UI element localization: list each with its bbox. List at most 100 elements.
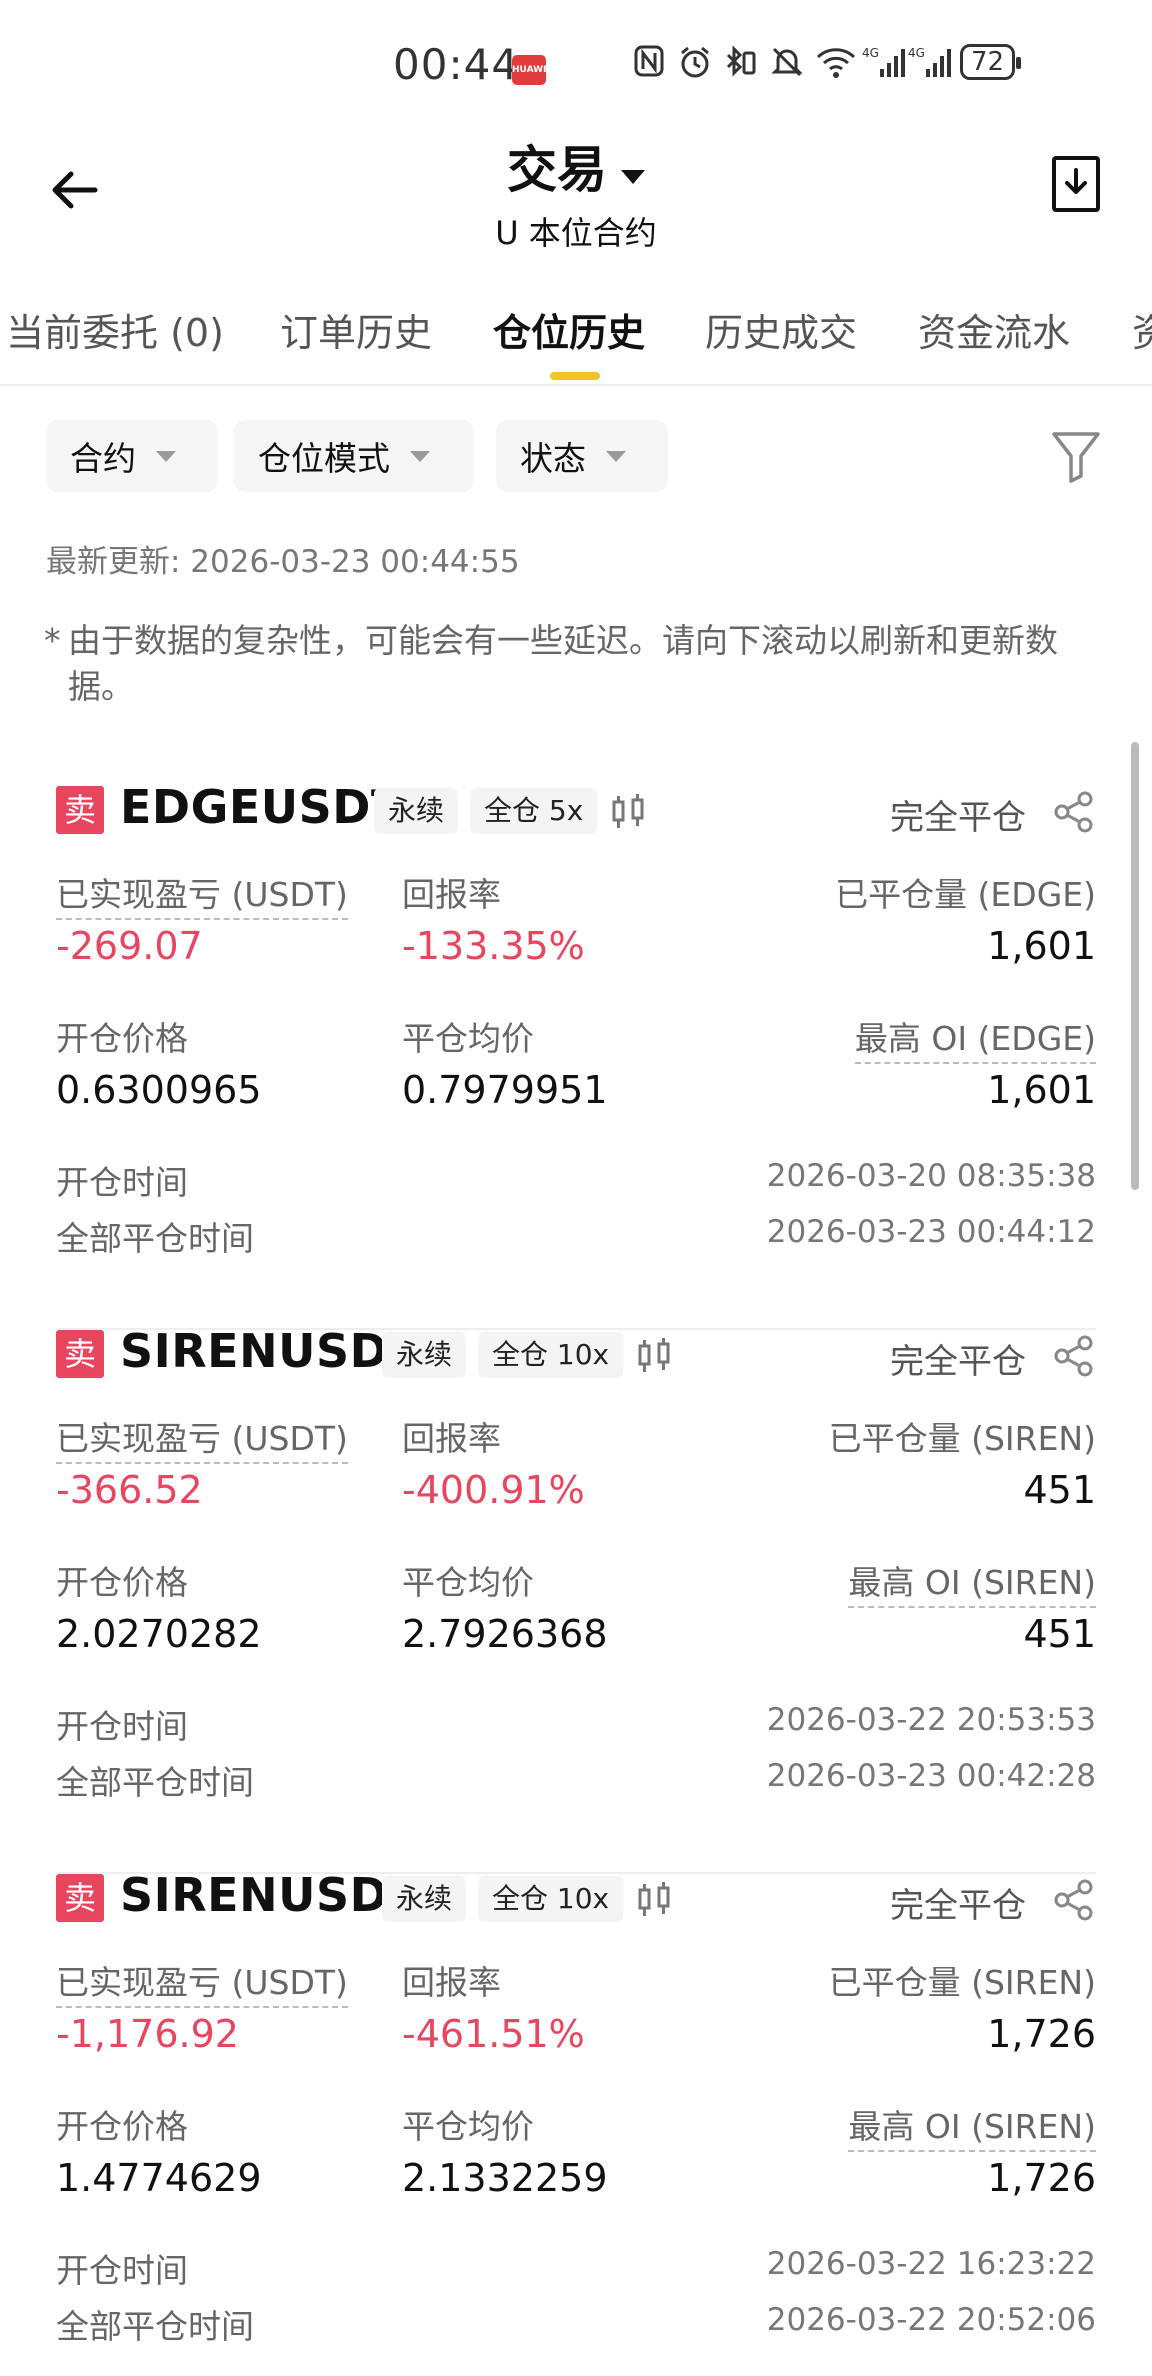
- close-avg-price-label: 平仓均价: [402, 2107, 534, 2146]
- full-close-time-label: 全部平仓时间: [56, 2307, 254, 2346]
- open-price-label: 开仓价格: [56, 2107, 188, 2146]
- closed-qty-value: 1,726: [987, 2012, 1096, 2056]
- app-header: 交易 U 本位合约: [0, 120, 1152, 260]
- perpetual-tag: 永续: [374, 788, 459, 834]
- sell-badge: 卖: [56, 786, 104, 834]
- page-subtitle: U 本位合约: [495, 214, 657, 252]
- sell-badge: 卖: [56, 1330, 104, 1378]
- open-price-value: 1.4774629: [56, 2156, 262, 2200]
- open-price-label: 开仓价格: [56, 1019, 188, 1058]
- title-area[interactable]: 交易 U 本位合约: [0, 130, 1152, 254]
- candlestick-icon[interactable]: [634, 1336, 674, 1376]
- close-avg-price-label: 平仓均价: [402, 1019, 534, 1058]
- tab-order-history[interactable]: 订单历史: [280, 302, 432, 357]
- max-oi-label[interactable]: 最高 OI (SIREN): [848, 2100, 1096, 2152]
- roi-label: 回报率: [402, 1419, 501, 1458]
- tab-trade-history[interactable]: 历史成交: [705, 302, 857, 357]
- note-text: 由于数据的复杂性，可能会有一些延迟。请向下滚动以刷新和更新数据。: [68, 621, 1058, 706]
- perpetual-tag: 永续: [382, 1876, 467, 1922]
- share-icon[interactable]: [1052, 790, 1096, 834]
- position-card[interactable]: 卖 SIRENUSDT 永续 全仓 10x 完全平仓 已实现盈亏 (USDT) …: [56, 1868, 1096, 2376]
- position-mode-filter-label: 仓位模式: [258, 439, 390, 478]
- full-close-time-value: 2026-03-22 20:52:06: [766, 2302, 1096, 2338]
- status-filter-label: 状态: [520, 439, 586, 478]
- scrollbar[interactable]: [1131, 742, 1139, 1190]
- note-asterisk: *: [44, 621, 61, 660]
- max-oi-value: 451: [1023, 1612, 1096, 1656]
- status-filter[interactable]: 状态: [496, 420, 668, 492]
- status-time: 00:44: [393, 40, 520, 89]
- battery-indicator: 72: [960, 44, 1022, 80]
- open-time-label: 开仓时间: [56, 1707, 188, 1746]
- symbol: EDGEUSDT: [120, 780, 403, 834]
- caret-down-icon: [621, 169, 645, 184]
- open-price-label: 开仓价格: [56, 1563, 188, 1602]
- svg-text:4G: 4G: [908, 46, 925, 60]
- share-icon[interactable]: [1052, 1334, 1096, 1378]
- perpetual-tag: 永续: [382, 1332, 467, 1378]
- funnel-icon: [1052, 432, 1100, 483]
- active-tab-indicator: [550, 372, 600, 380]
- nfc-icon: [632, 45, 666, 79]
- max-oi-value: 1,726: [987, 2156, 1096, 2200]
- roi-value: -400.91%: [402, 1468, 585, 1512]
- tab-open-orders[interactable]: 当前委托 (0): [6, 302, 224, 357]
- open-time-label: 开仓时间: [56, 1163, 188, 1202]
- share-icon[interactable]: [1052, 1878, 1096, 1922]
- status-icons: 4G 4G 72: [632, 44, 1022, 80]
- close-avg-price-label: 平仓均价: [402, 1563, 534, 1602]
- status-bar: 00:44 HUAWEI 4G 4G 72: [0, 0, 1152, 120]
- closed-qty-label: 已平仓量 (EDGE): [835, 875, 1096, 914]
- realized-pnl-label[interactable]: 已实现盈亏 (USDT): [56, 1412, 348, 1464]
- roi-label: 回报率: [402, 875, 501, 914]
- margin-mode-tag: 全仓 10x: [478, 1332, 624, 1378]
- svg-text:4G: 4G: [862, 46, 879, 60]
- realized-pnl-label[interactable]: 已实现盈亏 (USDT): [56, 1956, 348, 2008]
- bluetooth-battery-icon: [724, 45, 758, 79]
- max-oi-value: 1,601: [987, 1068, 1096, 1112]
- closed-qty-label: 已平仓量 (SIREN): [828, 1963, 1096, 2002]
- contract-filter[interactable]: 合约: [46, 420, 218, 492]
- caret-down-icon: [606, 450, 626, 462]
- wifi-icon: [816, 45, 856, 79]
- close-avg-price-value: 2.1332259: [402, 2156, 608, 2200]
- full-close-time-label: 全部平仓时间: [56, 1763, 254, 1802]
- close-avg-price-value: 2.7926368: [402, 1612, 608, 1656]
- position-mode-filter[interactable]: 仓位模式: [234, 420, 474, 492]
- margin-mode-tag: 全仓 5x: [470, 788, 598, 834]
- page-title: 交易: [507, 141, 607, 199]
- filter-funnel-button[interactable]: [1050, 428, 1102, 484]
- realized-pnl-value: -366.52: [56, 1468, 203, 1512]
- roi-value: -133.35%: [402, 924, 585, 968]
- signal-4g-icon: 4G: [862, 45, 905, 79]
- max-oi-label[interactable]: 最高 OI (EDGE): [854, 1012, 1096, 1064]
- download-button[interactable]: [1052, 156, 1100, 212]
- tab-more[interactable]: 资: [1132, 302, 1152, 357]
- symbol: SIRENUSDT: [120, 1324, 421, 1378]
- open-time-value: 2026-03-22 20:53:53: [766, 1702, 1096, 1738]
- margin-mode-tag: 全仓 10x: [478, 1876, 624, 1922]
- realized-pnl-value: -1,176.92: [56, 2012, 239, 2056]
- open-price-value: 2.0270282: [56, 1612, 262, 1656]
- closed-qty-value: 451: [1023, 1468, 1096, 1512]
- closed-qty-value: 1,601: [987, 924, 1096, 968]
- candlestick-icon[interactable]: [634, 1880, 674, 1920]
- open-time-label: 开仓时间: [56, 2251, 188, 2290]
- full-close-time-value: 2026-03-23 00:44:12: [766, 1214, 1096, 1250]
- position-status: 完全平仓: [890, 1886, 1026, 1926]
- realized-pnl-label[interactable]: 已实现盈亏 (USDT): [56, 868, 348, 920]
- position-card[interactable]: 卖 SIRENUSDT 永续 全仓 10x 完全平仓 已实现盈亏 (USDT) …: [56, 1324, 1096, 1874]
- full-close-time-label: 全部平仓时间: [56, 1219, 254, 1258]
- position-card[interactable]: 卖 EDGEUSDT 永续 全仓 5x 完全平仓 已实现盈亏 (USDT) -2…: [56, 780, 1096, 1330]
- tab-position-history[interactable]: 仓位历史: [493, 302, 645, 357]
- full-close-time-value: 2026-03-23 00:42:28: [766, 1758, 1096, 1794]
- tab-fund-flow[interactable]: 资金流水: [918, 302, 1070, 357]
- sell-badge: 卖: [56, 1874, 104, 1922]
- last-updated: 最新更新: 2026-03-23 00:44:55: [46, 544, 520, 580]
- position-status: 完全平仓: [890, 798, 1026, 838]
- max-oi-label[interactable]: 最高 OI (SIREN): [848, 1556, 1096, 1608]
- candlestick-icon[interactable]: [608, 792, 648, 832]
- roi-label: 回报率: [402, 1963, 501, 2002]
- open-price-value: 0.6300965: [56, 1068, 262, 1112]
- delay-note: * 由于数据的复杂性，可能会有一些延迟。请向下滚动以刷新和更新数据。: [44, 618, 1104, 710]
